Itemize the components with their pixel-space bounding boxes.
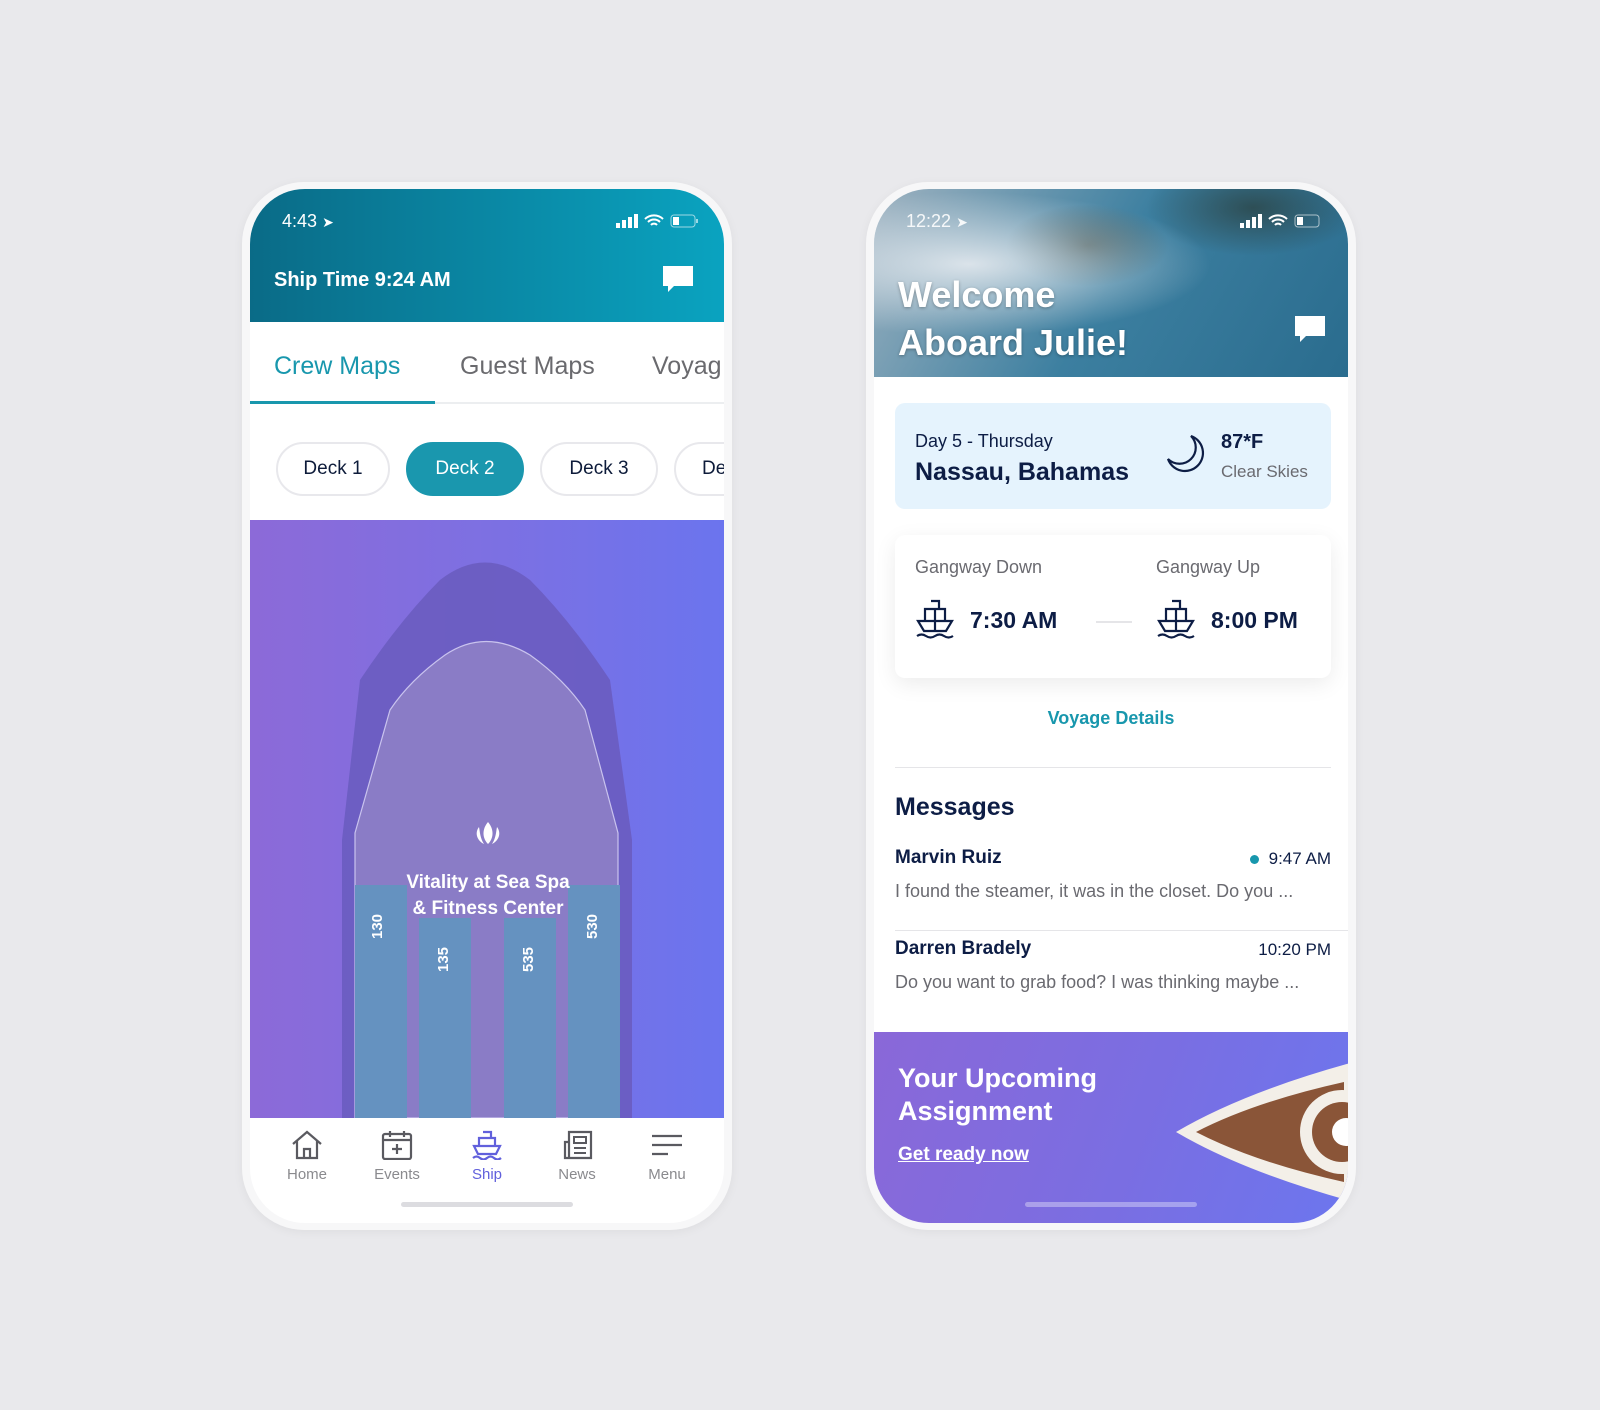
map-tabs: Crew Maps Guest Maps Voyag — [250, 322, 724, 404]
welcome-title: Welcome Aboard Julie! — [898, 274, 1129, 363]
gangway-up-time: 8:00 PM — [1211, 607, 1298, 633]
ship-icon — [472, 1130, 502, 1160]
day-label: Day 5 - Thursday — [915, 431, 1053, 451]
ship-icon — [916, 599, 954, 639]
nav-menu[interactable]: Menu — [627, 1118, 707, 1218]
location-icon: ➤ — [322, 213, 334, 230]
screen: 4:43 ➤ Ship Time 9:24 AM Crew Maps Guest… — [250, 189, 724, 1223]
room-135[interactable]: 135 — [419, 918, 471, 1118]
divider — [895, 767, 1331, 768]
moon-icon — [1166, 434, 1205, 473]
gangway-up-label: Gangway Up — [1156, 557, 1261, 577]
weather-condition: Clear Skies — [1221, 462, 1308, 481]
signal-icon — [616, 214, 638, 228]
deck-4-button[interactable]: De — [674, 442, 724, 496]
divider — [895, 930, 1348, 931]
get-ready-link[interactable]: Get ready now — [898, 1144, 1029, 1166]
message-item[interactable]: Marvin Ruiz 9:47 AM I found the steamer,… — [895, 847, 1331, 919]
banner-title: Your Upcoming Assignment — [898, 1063, 1097, 1126]
tab-crew-maps[interactable]: Crew Maps — [274, 352, 400, 381]
assignment-banner[interactable]: Your Upcoming Assignment Get ready now — [874, 1032, 1348, 1223]
itinerary-card: Day 5 - Thursday Nassau, Bahamas 87*F Cl… — [895, 403, 1331, 509]
lotus-icon — [476, 822, 500, 844]
deck-map[interactable]: 130 135 535 530 Vitality at Sea Spa & Fi… — [250, 520, 724, 1118]
tab-guest-maps[interactable]: Guest Maps — [460, 352, 595, 381]
unread-dot — [1249, 854, 1259, 864]
calendar-add-icon — [381, 1131, 413, 1160]
battery-icon — [670, 214, 698, 228]
venue-label[interactable]: Vitality at Sea Spa & Fitness Center — [250, 870, 724, 922]
home-indicator — [401, 1202, 573, 1207]
crew-maps-phone: 4:43 ➤ Ship Time 9:24 AM Crew Maps Guest… — [242, 182, 732, 1230]
tab-voyage[interactable]: Voyag — [652, 352, 724, 381]
battery-icon — [1294, 214, 1320, 228]
status-bar: 12:22 ➤ — [906, 209, 1322, 233]
active-tab-indicator — [250, 401, 435, 404]
newspaper-icon — [563, 1130, 593, 1160]
deck-2-button[interactable]: Deck 2 — [406, 442, 524, 496]
signal-icon — [1240, 214, 1262, 228]
wifi-icon — [644, 214, 664, 226]
divider — [1096, 621, 1132, 623]
room-535[interactable]: 535 — [504, 918, 556, 1118]
gangway-down-time: 7:30 AM — [970, 607, 1058, 633]
menu-icon — [652, 1134, 682, 1156]
temperature: 87*F — [1221, 431, 1264, 453]
status-time: 12:22 ➤ — [906, 210, 968, 231]
message-item[interactable]: Darren Bradely 10:20 PM Do you want to g… — [895, 938, 1331, 1010]
gangway-card: Gangway Down Gangway Up 7:30 AM 8:00 PM — [895, 535, 1331, 678]
nav-home[interactable]: Home — [267, 1118, 347, 1218]
status-bar: 4:43 ➤ — [282, 209, 698, 233]
home-indicator — [1025, 1202, 1197, 1207]
screen: 12:22 ➤ Welcome Aboard Julie! Day 5 - Th… — [874, 189, 1348, 1223]
ship-time: Ship Time 9:24 AM — [274, 269, 451, 291]
chat-icon[interactable] — [662, 265, 694, 293]
port-name: Nassau, Bahamas — [915, 458, 1130, 486]
voyage-details-link[interactable]: Voyage Details — [874, 708, 1348, 729]
home-phone: 12:22 ➤ Welcome Aboard Julie! Day 5 - Th… — [866, 182, 1356, 1230]
deck-3-button[interactable]: Deck 3 — [540, 442, 658, 496]
status-time: 4:43 ➤ — [282, 210, 334, 231]
wifi-icon — [1268, 214, 1288, 226]
ship-outline — [342, 562, 632, 1118]
deck-1-button[interactable]: Deck 1 — [276, 442, 390, 496]
gangway-down-label: Gangway Down — [915, 557, 1043, 577]
chat-icon[interactable] — [1294, 315, 1326, 343]
ship-photo — [1176, 1063, 1348, 1201]
home-icon — [292, 1130, 322, 1160]
messages-title: Messages — [895, 793, 1015, 821]
location-icon: ➤ — [956, 213, 968, 230]
ship-icon — [1157, 599, 1195, 639]
